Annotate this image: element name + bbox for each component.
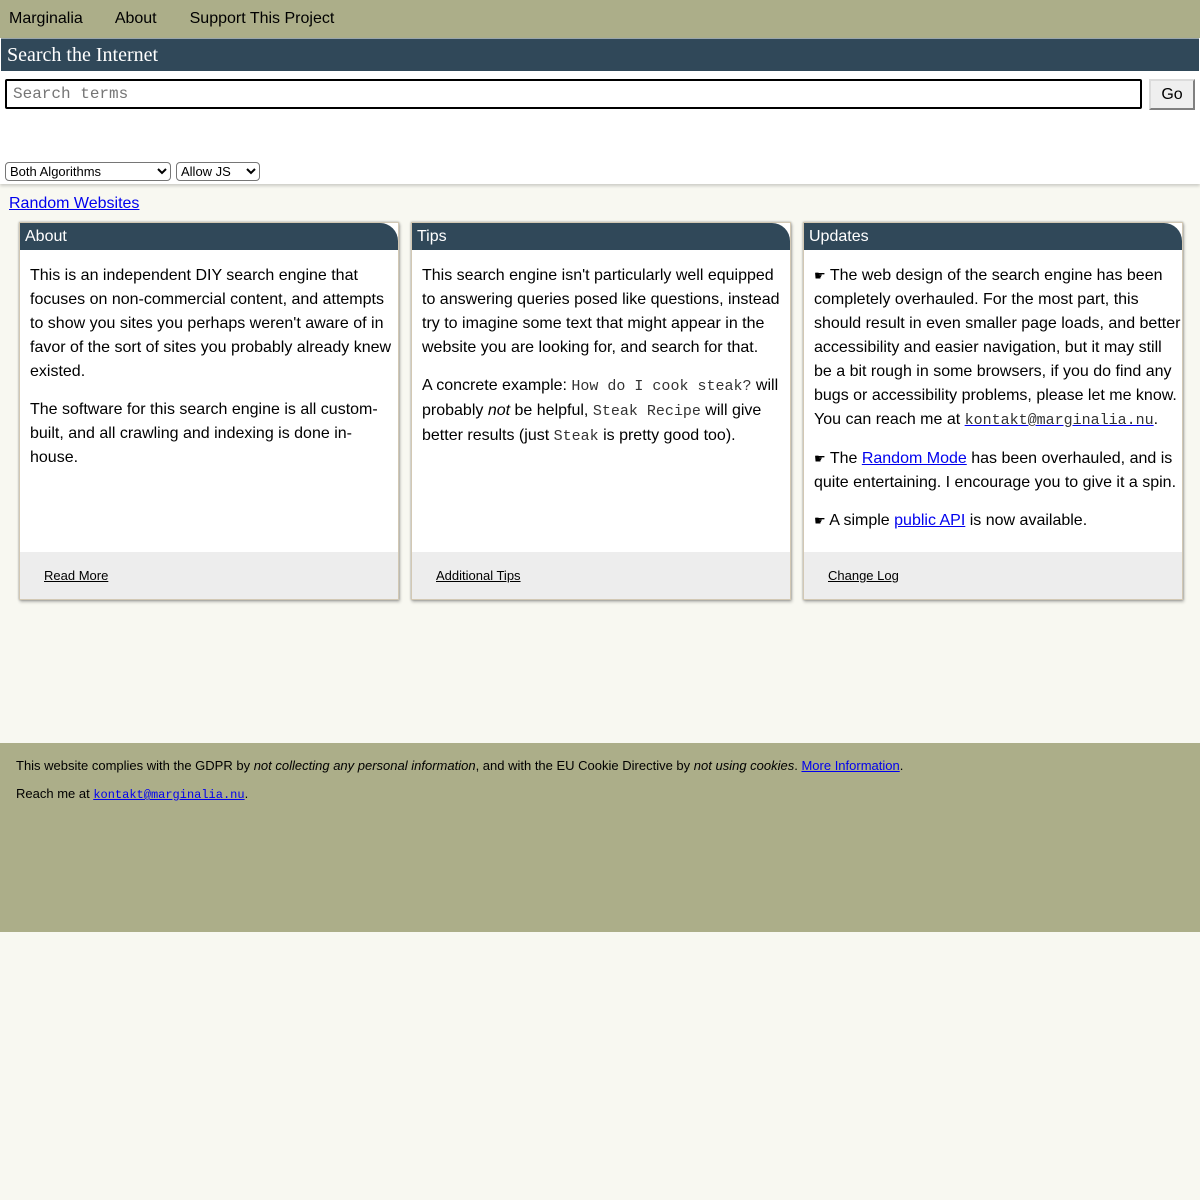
nav-link-support[interactable]: Support This Project <box>190 10 335 28</box>
card-footer: Change Log <box>804 552 1182 599</box>
update-item: ☛ The Random Mode has been overhauled, a… <box>814 447 1182 495</box>
tips-example-paragraph: A concrete example: How do I cook steak?… <box>422 374 790 449</box>
card-footer: Read More <box>20 552 398 599</box>
text: is now available. <box>965 512 1088 529</box>
card-about: About This is an independent DIY search … <box>19 222 399 600</box>
card-updates: Updates ☛ The web design of the search e… <box>803 222 1183 600</box>
card-title: Updates <box>804 223 1182 250</box>
text: . <box>1153 411 1159 428</box>
tips-paragraph: This search engine isn't particularly we… <box>422 267 780 356</box>
more-information-link[interactable]: More Information <box>801 758 899 773</box>
example-query: Steak <box>553 428 599 445</box>
card-body: This search engine isn't particularly we… <box>412 250 790 449</box>
text: be helpful, <box>510 402 593 419</box>
text: The web design of the search engine has … <box>814 267 1181 428</box>
update-item: ☛ A simple public API is now available. <box>814 509 1182 533</box>
about-paragraph: The software for this search engine is a… <box>30 401 378 466</box>
pointing-hand-icon: ☛ <box>814 451 826 466</box>
search-title: Search the Internet <box>1 38 1199 71</box>
footer-email-link[interactable]: kontakt@marginalia.nu <box>93 786 245 802</box>
emphasis: not using cookies <box>693 758 795 773</box>
text: A simple <box>825 512 895 529</box>
search-input[interactable] <box>5 79 1142 109</box>
email-address: kontakt@marginalia.nu <box>964 412 1154 429</box>
public-api-link[interactable]: public API <box>894 512 965 529</box>
random-mode-link[interactable]: Random Mode <box>862 450 967 467</box>
top-nav: Marginalia About Support This Project <box>0 0 1200 38</box>
example-query: Steak Recipe <box>592 403 701 420</box>
text: The <box>825 450 862 467</box>
example-query: How do I cook steak? <box>571 378 752 395</box>
additional-tips-link[interactable]: Additional Tips <box>436 568 521 583</box>
pointing-hand-icon: ☛ <box>814 268 826 283</box>
card-footer: Additional Tips <box>412 552 790 599</box>
algorithm-select[interactable]: Both Algorithms <box>5 162 171 181</box>
text: , and with the EU Cookie Directive by <box>475 758 694 773</box>
js-select[interactable]: Allow JS <box>176 162 260 181</box>
search-row: Go <box>5 79 1195 110</box>
emphasis: not collecting any personal information <box>253 758 476 773</box>
text: . <box>244 786 249 801</box>
nav-link-marginalia[interactable]: Marginalia <box>9 10 83 28</box>
pointing-hand-icon: ☛ <box>814 513 826 528</box>
change-log-link[interactable]: Change Log <box>828 568 899 583</box>
text: . <box>899 758 904 773</box>
text: Reach me at <box>16 786 94 801</box>
search-section: Search the Internet Go Both Algorithms A… <box>0 38 1200 212</box>
card-title: About <box>20 223 398 250</box>
random-websites-link[interactable]: Random Websites <box>9 195 139 213</box>
text: A concrete example: <box>422 377 572 394</box>
go-button[interactable]: Go <box>1149 79 1195 110</box>
read-more-link[interactable]: Read More <box>44 568 108 583</box>
email-link[interactable]: kontakt@marginalia.nu <box>964 411 1154 429</box>
search-options: Both Algorithms Allow JS <box>5 162 260 181</box>
text: This website complies with the GDPR by <box>16 758 254 773</box>
info-cards: About This is an independent DIY search … <box>19 222 1183 600</box>
text: is pretty good too). <box>598 427 736 444</box>
card-title: Tips <box>412 223 790 250</box>
card-body: This is an independent DIY search engine… <box>20 250 398 470</box>
card-tips: Tips This search engine isn't particular… <box>411 222 791 600</box>
update-item: ☛ The web design of the search engine ha… <box>814 264 1182 433</box>
emphasis: not <box>487 402 511 419</box>
gdpr-notice: This website complies with the GDPR by n… <box>16 758 903 773</box>
contact-line: Reach me at kontakt@marginalia.nu. <box>16 786 248 802</box>
card-body: ☛ The web design of the search engine ha… <box>804 250 1182 533</box>
email-address: kontakt@marginalia.nu <box>93 788 245 802</box>
nav-link-about[interactable]: About <box>115 10 157 28</box>
page-footer: This website complies with the GDPR by n… <box>0 743 1200 932</box>
about-paragraph: This is an independent DIY search engine… <box>30 267 392 380</box>
